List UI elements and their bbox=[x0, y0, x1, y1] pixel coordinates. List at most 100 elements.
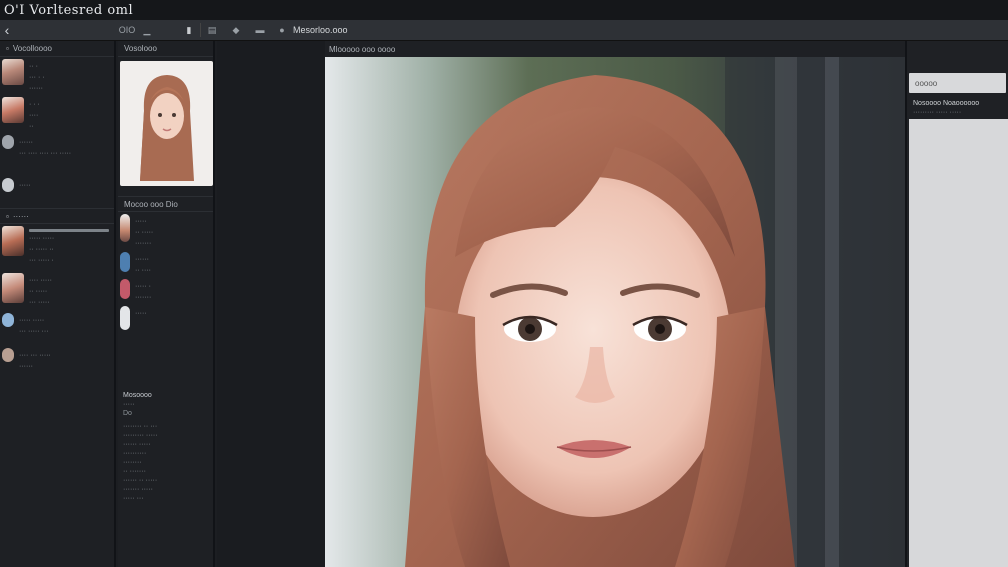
list-item[interactable]: ···· ····· ·· ····· ··· ····· bbox=[0, 267, 114, 309]
asset-panel: Vosolooo Mocoo ooo Dio ····· ·· ····· ··… bbox=[118, 41, 215, 567]
list-item-text: · · · bbox=[29, 101, 40, 108]
list-item-text: ······ bbox=[19, 363, 33, 370]
left-panel-header: ▫ Vocolloooo bbox=[0, 41, 114, 57]
list-item[interactable]: ····· bbox=[0, 160, 114, 194]
list-item-text: ····· ····· bbox=[19, 317, 45, 324]
list-item-line bbox=[29, 229, 109, 232]
asset-item-text: ····· bbox=[135, 310, 147, 317]
toolbar: ‹ ΟΙΟ ▁ ▮ ▤ ◆ ▬ ● Mesorloo.ooo bbox=[0, 20, 1008, 41]
toolbar-file-label[interactable]: Mesorloo.ooo bbox=[289, 23, 359, 37]
list-item-text: ·· ····· ·· bbox=[29, 246, 54, 253]
asset-item-text: ····· · bbox=[135, 283, 151, 290]
thumbnail bbox=[2, 348, 14, 362]
property-row: Do bbox=[123, 410, 132, 417]
asset-item-text: ······ bbox=[135, 256, 149, 263]
list-item-text: ··· ····· bbox=[29, 299, 50, 306]
toolbar-item[interactable]: ▬ bbox=[253, 23, 267, 37]
preview-thumbnail[interactable] bbox=[120, 61, 213, 186]
asset-item-text: ·· ····· bbox=[135, 229, 154, 236]
left-panel: ▫ Vocolloooo ·· · ··· · · ······ · · · ·… bbox=[0, 41, 116, 567]
property-row: ········ ·· ··· bbox=[123, 423, 158, 430]
list-item-text: ··· · · bbox=[29, 74, 45, 81]
asset-panel-header: Vosolooo bbox=[118, 41, 213, 57]
thumbnail bbox=[2, 226, 24, 256]
thumbnail bbox=[2, 97, 24, 123]
asset-item-text: ·· ···· bbox=[135, 267, 151, 274]
list-item-text: ·· · bbox=[29, 63, 38, 70]
list-item-text: ······ bbox=[29, 85, 43, 92]
property-row: ······· ····· bbox=[123, 486, 153, 493]
canvas-area: Mlooooo ooo oooo bbox=[325, 41, 905, 567]
thumbnail bbox=[2, 178, 14, 192]
list-item[interactable]: ····· ····· ·· ····· ·· ··· ····· · bbox=[0, 224, 114, 267]
folder-icon: ▫ bbox=[6, 211, 9, 221]
list-item[interactable]: ·· · ··· · · ······ bbox=[0, 57, 114, 95]
toolbar-item[interactable]: ● bbox=[275, 23, 289, 37]
asset-item-text: ····· bbox=[135, 218, 147, 225]
toolbar-item[interactable]: ▮ bbox=[182, 23, 196, 37]
left-panel-title: Vocolloooo bbox=[12, 44, 52, 53]
list-item[interactable]: ···· ··· ····· ······ bbox=[0, 338, 114, 373]
list-item-text: ··· ····· · bbox=[29, 257, 54, 264]
list-item-text: ···· ··· ····· bbox=[19, 352, 51, 359]
properties-list: Mosoooo ····· Do ········ ·· ··· ·······… bbox=[123, 391, 213, 503]
asset-item[interactable]: ····· · ······· bbox=[118, 277, 213, 304]
property-row: ·· ······· bbox=[123, 468, 146, 475]
list-item-text: ···· bbox=[29, 112, 39, 119]
list-item-text: ···· ····· bbox=[29, 277, 52, 284]
asset-item[interactable]: ····· bbox=[118, 304, 213, 332]
toolbar-item[interactable]: ΟΙΟ bbox=[114, 23, 140, 37]
list-item-text: ····· ····· bbox=[29, 235, 55, 242]
properties-info: Nosoooo Noaoooooo ········· ····· ····· bbox=[907, 93, 1008, 117]
properties-title: Mosoooo bbox=[123, 392, 152, 399]
asset-item[interactable]: ······ ·· ···· bbox=[118, 250, 213, 277]
left-section-title: ······ bbox=[12, 211, 29, 221]
property-row: ········ bbox=[123, 459, 142, 466]
properties-button[interactable]: ooooo bbox=[909, 73, 1006, 93]
thumbnail bbox=[120, 279, 130, 299]
toolbar-divider bbox=[200, 23, 201, 37]
list-item-text: ······ bbox=[19, 139, 33, 146]
properties-content-area bbox=[909, 119, 1008, 567]
image-canvas[interactable] bbox=[325, 57, 905, 567]
list-item[interactable]: · · · ···· ·· bbox=[0, 95, 114, 133]
thumbnail bbox=[120, 252, 130, 272]
list-item-text: ·· ····· bbox=[29, 288, 48, 295]
portrait-image bbox=[405, 57, 905, 567]
property-row: ······ ····· bbox=[123, 441, 151, 448]
title-bar: O'I Vorltesred oml bbox=[0, 0, 1008, 20]
properties-panel: ooooo Nosoooo Noaoooooo ········· ····· … bbox=[905, 41, 1008, 567]
thumbnail bbox=[2, 135, 14, 149]
property-row: ····· bbox=[123, 401, 135, 408]
left-panel-section: ▫ ······ bbox=[0, 208, 114, 224]
property-row: ·········· bbox=[123, 450, 147, 457]
thumbnail bbox=[2, 59, 24, 85]
list-item-text: ·· bbox=[29, 123, 34, 130]
properties-info-text: ········· ····· ····· bbox=[913, 109, 962, 116]
property-row: ······ ·· ····· bbox=[123, 477, 158, 484]
portrait-thumbnail-image bbox=[140, 75, 194, 181]
chevron-left-icon[interactable]: ‹ bbox=[0, 20, 14, 41]
asset-section-header: Mocoo ooo Dio bbox=[118, 196, 213, 212]
property-row: ········· ····· bbox=[123, 432, 158, 439]
list-item-text: ··· ···· ···· ··· ····· bbox=[19, 150, 72, 157]
layers-panel bbox=[217, 41, 325, 567]
list-item[interactable]: ····· ····· ··· ····· ··· bbox=[0, 309, 114, 338]
toolbar-item[interactable]: ◆ bbox=[229, 23, 243, 37]
list-item-text: ····· bbox=[19, 182, 31, 189]
window-title: O'I Vorltesred oml bbox=[4, 2, 134, 18]
property-row: ····· ··· bbox=[123, 495, 144, 502]
list-item-text: ··· ····· ··· bbox=[19, 328, 49, 335]
asset-item-text: ······· bbox=[135, 240, 152, 247]
thumbnail bbox=[120, 306, 130, 330]
asset-item-text: ······· bbox=[135, 294, 152, 301]
list-item[interactable]: ······ ··· ···· ···· ··· ····· bbox=[0, 133, 114, 160]
asset-item[interactable]: ····· ·· ····· ······· bbox=[118, 212, 213, 250]
properties-info-title: Nosoooo Noaoooooo bbox=[913, 100, 980, 107]
toolbar-item[interactable]: ▤ bbox=[205, 23, 219, 37]
canvas-header: Mlooooo ooo oooo bbox=[325, 41, 905, 57]
folder-icon: ▫ bbox=[6, 44, 9, 53]
toolbar-item[interactable]: ▁ bbox=[140, 23, 154, 37]
thumbnail bbox=[2, 273, 24, 303]
thumbnail bbox=[120, 214, 130, 242]
